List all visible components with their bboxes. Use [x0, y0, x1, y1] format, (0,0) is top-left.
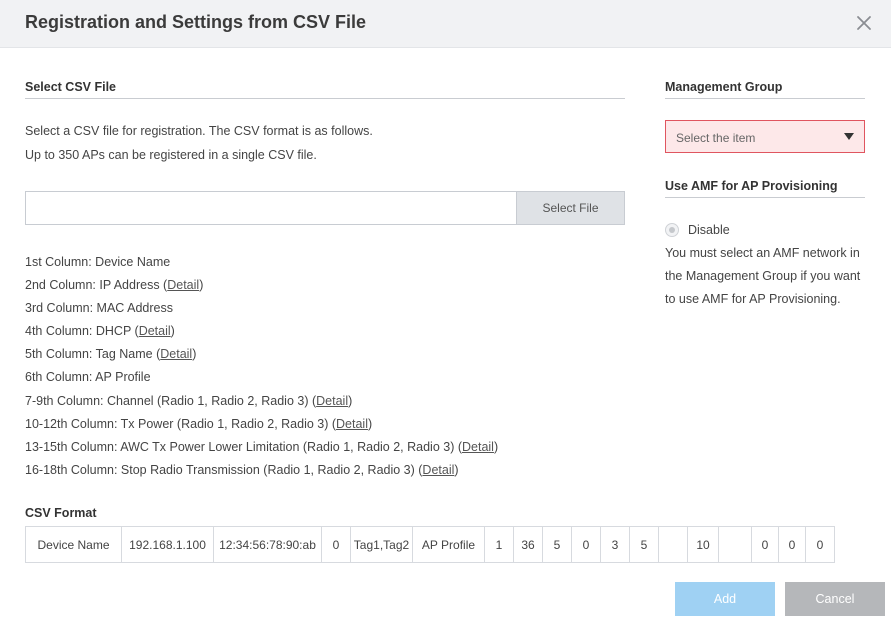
management-group-select[interactable]: Select the item: [665, 120, 865, 153]
close-icon[interactable]: [852, 11, 876, 35]
management-group-title: Management Group: [665, 80, 783, 94]
radio-button[interactable]: [665, 223, 679, 237]
detail-link[interactable]: Detail: [316, 394, 348, 408]
column-spec-item: 7-9th Column: Channel (Radio 1, Radio 2,…: [25, 392, 625, 415]
csv-format-cell: 12:34:56:78:90:ab: [213, 526, 322, 563]
amf-section-title: Use AMF for AP Provisioning: [665, 179, 838, 193]
closing-paren: ): [493, 439, 499, 454]
closing-paren: ): [368, 416, 373, 431]
csv-format-cell: 0: [778, 526, 806, 563]
csv-format-cell: 10: [687, 526, 719, 563]
column-spec-text: 16-18th Column: Stop Radio Transmission …: [25, 462, 423, 477]
csv-format-cell: 0: [571, 526, 601, 563]
detail-link[interactable]: Detail: [422, 463, 454, 477]
csv-format-cell: 5: [542, 526, 572, 563]
management-group-divider: [665, 98, 865, 99]
detail-link[interactable]: Detail: [139, 324, 171, 338]
column-spec-text: 6th Column: AP Profile: [25, 370, 151, 385]
select-csv-divider: [25, 98, 625, 99]
csv-description-line2: Up to 350 APs can be registered in a sin…: [25, 148, 317, 162]
csv-format-cell: 36: [513, 526, 543, 563]
column-spec-item: 10-12th Column: Tx Power (Radio 1, Radio…: [25, 415, 625, 438]
column-spec-text: 1st Column: Device Name: [25, 255, 171, 269]
column-spec-item: 3rd Column: MAC Address: [25, 299, 625, 322]
csv-registration-dialog: Registration and Settings from CSV File …: [0, 0, 891, 631]
csv-format-cell: Tag1,Tag2: [350, 526, 413, 563]
detail-link[interactable]: Detail: [462, 440, 494, 454]
amf-disable-label: Disable: [688, 223, 730, 237]
column-spec-text: 4th Column: DHCP (: [25, 324, 139, 339]
column-spec-item: 4th Column: DHCP (Detail): [25, 322, 625, 345]
amf-divider: [665, 197, 865, 198]
csv-format-cell: AP Profile: [412, 526, 485, 563]
closing-paren: ): [199, 278, 204, 293]
column-spec-list: 1st Column: Device Name 2nd Column: IP Ad…: [25, 253, 625, 484]
column-spec-item: 2nd Column: IP Address (Detail): [25, 276, 625, 299]
csv-format-cell: 3: [600, 526, 630, 563]
file-path-input[interactable]: [26, 192, 516, 224]
csv-format-cell: 1: [484, 526, 514, 563]
closing-paren: ): [192, 347, 197, 362]
close-button[interactable]: [852, 11, 876, 35]
dialog-header: Registration and Settings from CSV File: [0, 0, 891, 48]
column-spec-text: 7-9th Column: Channel (Radio 1, Radio 2,…: [25, 393, 317, 408]
csv-format-cell: 0: [751, 526, 779, 563]
csv-format-cell: [718, 526, 752, 563]
csv-format-cell: Device Name: [25, 526, 122, 563]
csv-format-row: Device Name 192.168.1.100 12:34:56:78:90:a…: [25, 526, 835, 563]
add-button[interactable]: Add: [675, 582, 775, 616]
column-spec-item: 5th Column: Tag Name (Detail): [25, 345, 625, 368]
closing-paren: ): [348, 393, 353, 408]
column-spec-text: 3rd Column: MAC Address: [25, 301, 173, 316]
column-spec-item: 6th Column: AP Profile: [25, 368, 625, 391]
column-spec-item: 13-15th Column: AWC Tx Power Lower Limit…: [25, 438, 625, 461]
detail-link[interactable]: Detail: [336, 417, 368, 431]
csv-description-line1: Select a CSV file for registration. The …: [25, 124, 373, 138]
closing-paren: ): [454, 462, 459, 477]
detail-link[interactable]: Detail: [167, 278, 199, 292]
select-file-button[interactable]: Select File: [516, 192, 624, 224]
cancel-button[interactable]: Cancel: [785, 582, 885, 616]
csv-format-cell: 5: [629, 526, 659, 563]
select-csv-section-title: Select CSV File: [25, 80, 117, 94]
csv-format-cell: 0: [321, 526, 351, 563]
column-spec-text: 13-15th Column: AWC Tx Power Lower Limit…: [25, 439, 462, 454]
csv-format-cell: 0: [805, 526, 835, 563]
column-spec-item: 1st Column: Device Name: [25, 253, 625, 276]
csv-format-table: Device Name 192.168.1.100 12:34:56:78:90:a…: [25, 526, 835, 563]
amf-note: You must select an AMF network in the Ma…: [665, 246, 861, 306]
closing-paren: ): [170, 324, 175, 339]
csv-format-title: CSV Format: [25, 506, 97, 520]
column-spec-text: 10-12th Column: Tx Power (Radio 1, Radio…: [25, 416, 337, 431]
dialog-title: Registration and Settings from CSV File: [25, 12, 367, 32]
csv-format-cell: [658, 526, 688, 563]
csv-format-cell: 192.168.1.100: [121, 526, 214, 563]
column-spec-item: 16-18th Column: Stop Radio Transmission …: [25, 461, 625, 484]
caret-down-icon: [844, 133, 854, 140]
column-spec-text: 5th Column: Tag Name (: [25, 347, 161, 362]
file-picker: Select File: [25, 191, 625, 225]
column-spec-text: 2nd Column: IP Address (: [25, 278, 168, 293]
management-group-placeholder: Select the item: [676, 131, 756, 145]
detail-link[interactable]: Detail: [160, 347, 192, 361]
